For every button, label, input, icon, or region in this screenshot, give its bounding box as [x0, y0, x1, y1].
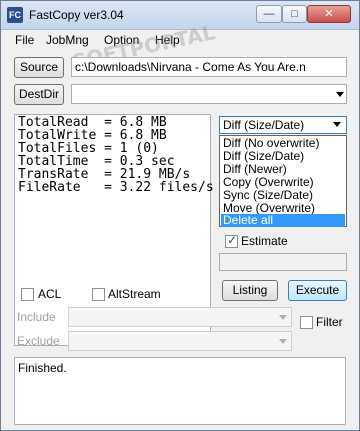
execute-button[interactable]: Execute: [288, 280, 347, 301]
status-text: Finished.: [18, 361, 67, 375]
source-path-field[interactable]: c:\Downloads\Nirvana - Come As You Are.n: [71, 57, 347, 77]
exclude-combobox[interactable]: [68, 331, 292, 351]
altstream-checkbox[interactable]: [92, 288, 105, 301]
destdir-button[interactable]: DestDir: [14, 84, 64, 105]
menu-jobmng[interactable]: JobMng: [46, 33, 89, 47]
checkmark-icon: ✓: [227, 233, 238, 247]
menu-option[interactable]: Option: [104, 33, 139, 47]
listing-button[interactable]: Listing: [222, 280, 278, 301]
chevron-down-icon: [333, 122, 341, 127]
acl-label: ACL: [38, 287, 62, 301]
progress-area: [219, 253, 347, 271]
acl-checkbox[interactable]: [21, 288, 34, 301]
chevron-down-icon: [279, 315, 287, 320]
stat-file-rate: FileRate = 3.22 files/s: [18, 180, 214, 195]
include-label: Include: [17, 310, 56, 324]
app-icon: FC: [7, 7, 23, 23]
estimate-label: Estimate: [241, 234, 288, 248]
mode-selected-value: Diff (Size/Date): [223, 118, 305, 132]
status-log: Finished.: [14, 357, 346, 425]
title-bar[interactable]: FC FastCopy ver3.04 — □ ✕: [1, 1, 359, 30]
menu-bar: File JobMng Option Help: [1, 30, 359, 50]
fastcopy-window: FC FastCopy ver3.04 — □ ✕ File JobMng Op…: [0, 0, 360, 431]
destdir-path-field[interactable]: [71, 84, 347, 104]
filter-label: Filter: [316, 315, 343, 329]
source-button[interactable]: Source: [14, 57, 64, 78]
altstream-label: AltStream: [108, 287, 161, 301]
mode-combobox[interactable]: Diff (Size/Date): [219, 116, 347, 134]
estimate-checkbox[interactable]: ✓: [225, 233, 238, 248]
exclude-label: Exclude: [17, 334, 60, 348]
mode-dropdown-list: Diff (No overwrite) Diff (Size/Date) Dif…: [219, 135, 347, 227]
filter-checkbox[interactable]: [300, 316, 313, 329]
include-combobox[interactable]: [68, 307, 292, 327]
window-title: FastCopy ver3.04: [29, 8, 124, 22]
menu-help[interactable]: Help: [155, 33, 180, 47]
minimize-button[interactable]: —: [256, 5, 282, 23]
destdir-dropdown-icon[interactable]: [336, 92, 344, 97]
menu-file[interactable]: File: [15, 33, 34, 47]
mode-option-highlighted[interactable]: Delete all: [221, 214, 345, 227]
chevron-down-icon: [279, 339, 287, 344]
close-button[interactable]: ✕: [307, 5, 351, 23]
maximize-button[interactable]: □: [282, 5, 307, 23]
